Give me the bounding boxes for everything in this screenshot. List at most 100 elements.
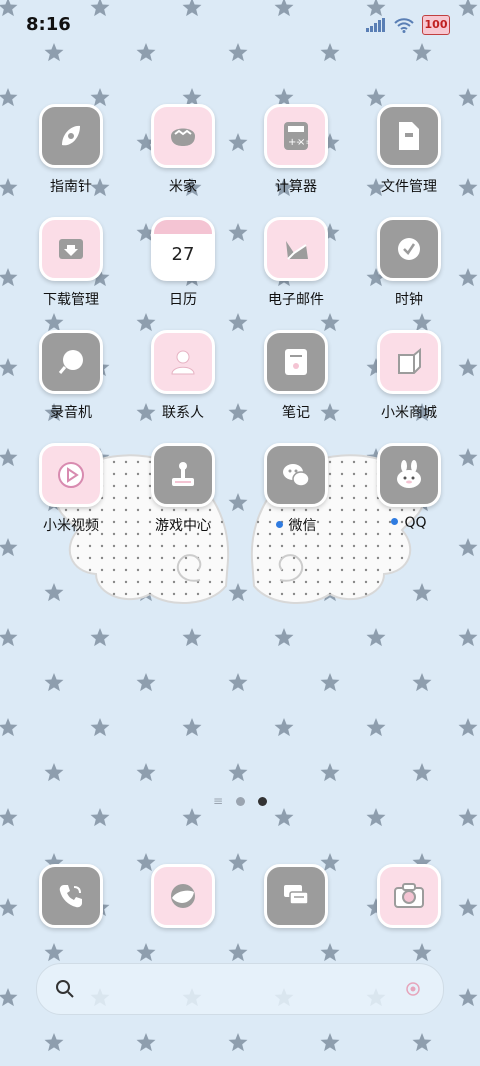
page-dot-active [258,796,268,806]
star-decoration [0,538,18,557]
star-decoration [228,313,248,332]
app-label: 游戏中心 [155,518,211,534]
app-mi-home[interactable]: 米家 [128,104,238,196]
app-label: 计算器 [275,179,317,195]
star-decoration [320,943,340,962]
game-center-icon [151,443,215,507]
star-decoration [0,358,18,377]
star-decoration [228,943,248,962]
star-decoration [182,628,202,647]
download-icon [39,217,103,281]
star-decoration [412,583,432,602]
app-email[interactable]: 电子邮件 [241,217,351,309]
compass-icon [39,104,103,168]
star-decoration [412,313,432,332]
app-video[interactable]: 小米视频 [16,443,126,535]
browser-icon [151,864,215,928]
dock-browser[interactable] [128,864,238,928]
star-decoration [182,808,202,827]
app-wechat[interactable]: 微信 [241,443,351,535]
star-decoration [44,673,64,692]
app-game-center[interactable]: 游戏中心 [128,443,238,535]
star-decoration [44,313,64,332]
star-decoration [228,583,248,602]
star-decoration [136,763,156,782]
star-decoration [0,898,18,917]
phone-icon [39,864,103,928]
video-icon [39,443,103,507]
page-indicator[interactable]: ≡ [0,794,480,808]
calendar-day: 27 [171,243,195,265]
email-icon [264,217,328,281]
app-label: 日历 [169,292,197,308]
app-calculator[interactable]: +-×= 计算器 [241,104,351,196]
star-decoration [320,763,340,782]
contacts-icon [151,330,215,394]
status-time: 8:16 [26,14,71,35]
star-decoration [44,763,64,782]
star-decoration [366,808,386,827]
signal-icon [366,18,385,32]
star-decoration [0,448,18,467]
app-label: 指南针 [50,179,92,195]
status-bar: 8:16 100 [0,0,480,52]
star-decoration [412,673,432,692]
messages-icon [264,864,328,928]
wifi-icon [394,17,414,33]
search-icon [56,980,74,998]
app-label: QQ [354,515,464,531]
qq-icon [377,443,441,507]
calendar-icon: 27 [151,217,215,281]
camera-icon [377,864,441,928]
dock-messages[interactable] [241,864,351,928]
status-icons: 100 [366,15,450,35]
app-label: 录音机 [50,405,92,421]
star-decoration [366,628,386,647]
app-recorder[interactable]: 录音机 [16,330,126,422]
app-calendar[interactable]: 27 日历 [128,217,238,309]
star-decoration [228,763,248,782]
app-download[interactable]: 下载管理 [16,217,126,309]
app-mi-store[interactable]: 小米商城 [354,330,464,422]
star-decoration [274,628,294,647]
app-label-text: 微信 [288,518,317,534]
menu-lines-icon: ≡ [212,794,224,808]
star-decoration [90,718,110,737]
app-qq[interactable]: QQ [354,443,464,531]
star-decoration [0,88,18,107]
star-decoration [0,268,18,287]
svg-text:×=: ×= [297,137,309,148]
star-decoration [274,718,294,737]
star-decoration [412,943,432,962]
app-label: 电子邮件 [268,292,324,308]
star-decoration [458,628,478,647]
app-file-manager[interactable]: 文件管理 [354,104,464,196]
app-label: 笔记 [282,405,310,421]
app-contacts[interactable]: 联系人 [128,330,238,422]
app-label: 时钟 [395,292,423,308]
app-label: 小米视频 [43,518,99,534]
battery-indicator: 100 [422,15,450,35]
star-decoration [136,313,156,332]
app-label-text: QQ [404,515,427,531]
star-decoration [90,628,110,647]
voice-search-icon[interactable] [405,981,421,997]
notification-dot [391,517,399,525]
star-decoration [366,718,386,737]
dock-phone[interactable] [16,864,126,928]
app-compass[interactable]: 指南针 [16,104,126,196]
star-decoration [44,943,64,962]
star-decoration [412,763,432,782]
star-decoration [0,178,18,197]
star-decoration [0,808,18,827]
mi-home-icon [151,104,215,168]
dock-camera[interactable] [354,864,464,928]
app-clock[interactable]: 时钟 [354,217,464,309]
star-decoration [412,1033,432,1052]
wechat-icon [264,443,328,507]
recorder-icon [39,330,103,394]
search-bar[interactable] [36,963,444,1015]
app-notes[interactable]: 笔记 [241,330,351,422]
star-decoration [182,718,202,737]
clock-icon [377,217,441,281]
